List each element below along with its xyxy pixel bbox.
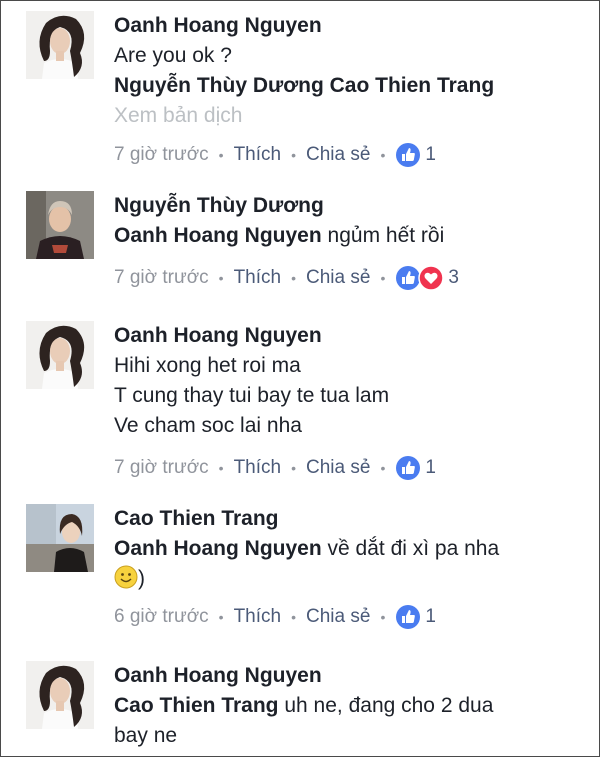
comment-body: Oanh Hoang Nguyen về dắt đi xì pa nha [114, 534, 591, 564]
mention-link[interactable]: Nguyễn Thùy Dương Cao Thien Trang [114, 71, 591, 101]
reaction-count: 1 [425, 457, 436, 478]
comment-thread: Oanh Hoang Nguyen Are you ok ? Nguyễn Th… [0, 0, 600, 757]
separator-dot: • [291, 460, 297, 476]
smile-emoji-icon [114, 565, 138, 589]
avatar-image [26, 191, 94, 259]
comment-body: Cao Thien Trang uh ne, đang cho 2 dua [114, 691, 591, 721]
separator-dot: • [218, 270, 224, 286]
separator-dot: • [218, 147, 224, 163]
separator-dot: • [291, 270, 297, 286]
avatar[interactable] [26, 321, 94, 389]
separator-dot: • [380, 460, 386, 476]
separator-dot: • [291, 609, 297, 625]
share-button[interactable]: Chia sẻ [306, 457, 370, 479]
see-translation-link[interactable]: Xem bản dịch [114, 101, 591, 131]
reaction-summary[interactable]: 1 [395, 142, 436, 168]
reaction-count: 1 [425, 144, 436, 165]
avatar[interactable] [26, 11, 94, 79]
comment-text: T cung thay tui bay te tua lam [114, 384, 390, 407]
avatar-image [26, 504, 94, 572]
comment-body: Oanh Hoang Nguyen ngủm hết rồi [114, 221, 591, 251]
avatar-image [26, 321, 94, 389]
like-button[interactable]: Thích [234, 144, 282, 166]
like-thumb-icon [396, 143, 421, 167]
reaction-count: 3 [448, 267, 459, 288]
love-heart-icon [418, 265, 445, 291]
comment-meta: 7 giờ trước • Thích • Chia sẻ • 1 [114, 140, 591, 170]
like-button[interactable]: Thích [234, 606, 282, 628]
avatar[interactable] [26, 661, 94, 729]
timestamp[interactable]: 6 giờ trước [114, 606, 209, 628]
separator-dot: • [380, 609, 386, 625]
comment-text: bay ne [114, 724, 178, 747]
avatar[interactable] [26, 191, 94, 259]
share-button[interactable]: Chia sẻ [306, 606, 370, 628]
like-button[interactable]: Thích [234, 457, 282, 479]
comment-text: Ve cham soc lai nha [114, 414, 302, 437]
reaction-summary[interactable]: 1 [395, 455, 436, 481]
timestamp[interactable]: 7 giờ trước [114, 144, 209, 166]
comment-text: ) [138, 567, 145, 590]
comment-author[interactable]: Oanh Hoang Nguyen [114, 661, 591, 691]
reaction-summary[interactable]: 1 [395, 604, 436, 630]
share-button[interactable]: Chia sẻ [306, 267, 370, 289]
mention-link[interactable]: Cao Thien Trang [114, 694, 279, 717]
comment-text: Hihi xong het roi ma [114, 354, 301, 377]
comment-author[interactable]: Oanh Hoang Nguyen [114, 321, 591, 351]
comment-text: uh ne, đang cho 2 dua [284, 694, 494, 717]
avatar-image [26, 661, 94, 729]
timestamp[interactable]: 7 giờ trước [114, 457, 209, 479]
separator-dot: • [380, 270, 386, 286]
comment-text: ngủm hết rồi [327, 224, 445, 247]
timestamp[interactable]: 7 giờ trước [114, 267, 209, 289]
comment-author[interactable]: Oanh Hoang Nguyen [114, 11, 591, 41]
mention-link[interactable]: Oanh Hoang Nguyen [114, 224, 322, 247]
mention-link[interactable]: Oanh Hoang Nguyen [114, 537, 322, 560]
comment-text: Are you ok ? [114, 44, 232, 67]
avatar[interactable] [26, 504, 94, 572]
avatar-image [26, 11, 94, 79]
comment-body-line: ) [114, 564, 591, 594]
like-thumb-icon [396, 605, 421, 629]
reaction-summary[interactable]: 3 [395, 265, 459, 291]
comment-meta: 7 giờ trước • Thích • Chia sẻ • 3 [114, 263, 591, 293]
comment-text: về dắt đi xì pa nha [327, 537, 500, 560]
like-thumb-icon [396, 456, 421, 480]
comment-author[interactable]: Nguyễn Thùy Dương [114, 191, 591, 221]
reaction-count: 1 [425, 606, 436, 627]
comment-author[interactable]: Cao Thien Trang [114, 504, 591, 534]
separator-dot: • [380, 147, 386, 163]
separator-dot: • [218, 609, 224, 625]
separator-dot: • [291, 147, 297, 163]
comment-meta: 6 giờ trước • Thích • Chia sẻ • 1 [114, 602, 591, 632]
like-button[interactable]: Thích [234, 267, 282, 289]
comment-meta: 7 giờ trước • Thích • Chia sẻ • 1 [114, 453, 591, 483]
separator-dot: • [218, 460, 224, 476]
share-button[interactable]: Chia sẻ [306, 144, 370, 166]
